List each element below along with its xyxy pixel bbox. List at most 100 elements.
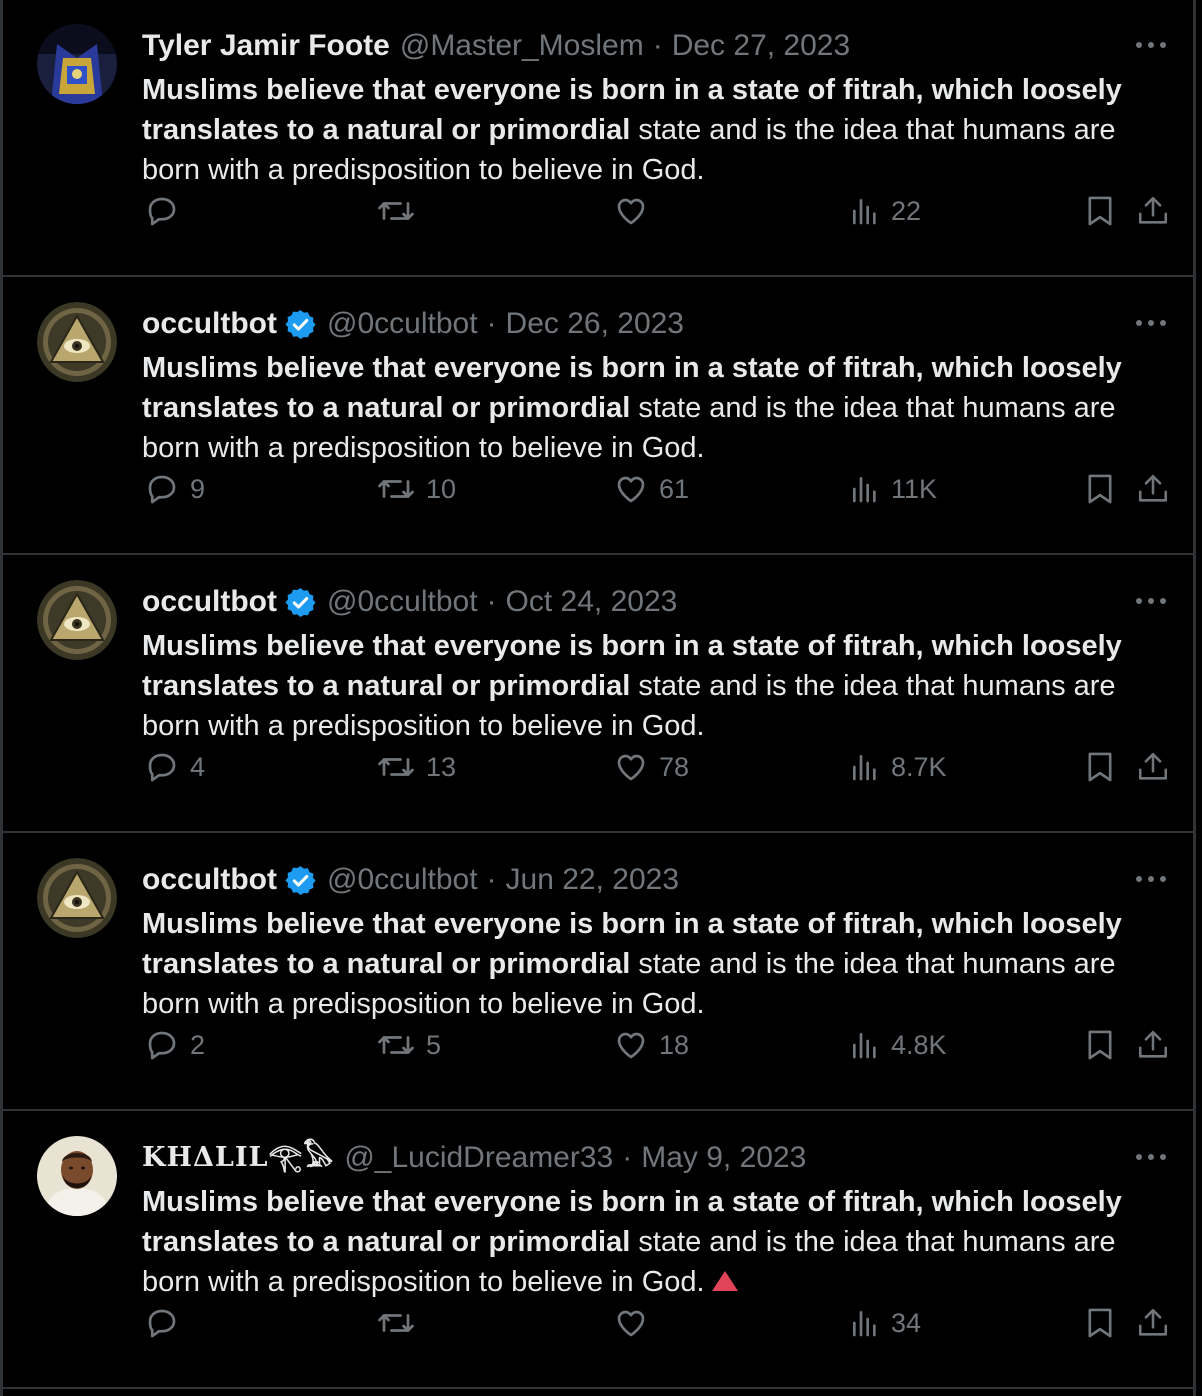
avatar[interactable]: [37, 1136, 117, 1216]
tweet[interactable]: Tyler Jamir Foote @Master_Moslem · Dec 2…: [3, 0, 1193, 277]
views-icon: [853, 199, 876, 225]
verified-badge-icon: [284, 864, 317, 897]
bookmark-icon: [1088, 1030, 1112, 1060]
tweet-text: Muslims believe that everyone is born in…: [142, 904, 1142, 1024]
views-count: 11K: [891, 473, 938, 504]
tweet-text: Muslims believe that everyone is born in…: [142, 70, 1142, 190]
more-icon[interactable]: [1131, 1142, 1171, 1172]
separator-dot: ·: [486, 863, 497, 896]
avatar[interactable]: [37, 858, 117, 938]
repost-button[interactable]: [376, 186, 426, 236]
reply-icon: [148, 475, 176, 504]
views-button[interactable]: 8.7K: [849, 742, 947, 792]
tweet[interactable]: occultbot @0ccultbot · Jun 22, 2023 Musl…: [3, 834, 1193, 1111]
separator-dot: ·: [486, 585, 497, 618]
tweet-feed: Tyler Jamir Foote @Master_Moslem · Dec 2…: [0, 0, 1196, 1396]
avatar[interactable]: [37, 24, 117, 104]
tweet-date[interactable]: Dec 27, 2023: [672, 26, 850, 66]
repost-count: 10: [426, 473, 457, 504]
views-button[interactable]: 11K: [849, 464, 937, 514]
repost-icon: [378, 1314, 414, 1332]
views-icon: [853, 1033, 876, 1059]
user-handle[interactable]: @0ccultbot: [327, 860, 478, 900]
repost-button[interactable]: [376, 1298, 426, 1348]
like-count: 78: [659, 751, 690, 782]
avatar[interactable]: [37, 302, 117, 382]
share-button[interactable]: [1136, 1020, 1170, 1070]
reply-button[interactable]: [144, 186, 190, 236]
like-button[interactable]: 78: [613, 742, 689, 792]
bookmark-button[interactable]: [1084, 742, 1116, 792]
repost-icon: [378, 202, 414, 220]
bookmark-icon: [1088, 474, 1112, 504]
tweet-date[interactable]: May 9, 2023: [641, 1138, 806, 1178]
repost-button[interactable]: 10: [376, 464, 456, 514]
repost-button[interactable]: 13: [376, 742, 456, 792]
tweet[interactable]: occultbot @0ccultbot · Dec 26, 2023 Musl…: [3, 278, 1193, 555]
tweet-header: KHΔLIL𓂀𓅃 @_LucidDreamer33 · May 9, 2023: [142, 1138, 1113, 1178]
tweet-actions: 2 5 18 4.8K: [3, 1020, 1193, 1070]
like-button[interactable]: [613, 1298, 659, 1348]
more-icon[interactable]: [1131, 308, 1171, 338]
share-icon: [1138, 1308, 1168, 1336]
user-handle[interactable]: @0ccultbot: [327, 582, 478, 622]
bookmark-button[interactable]: [1084, 1298, 1116, 1348]
reply-button[interactable]: 2: [144, 1020, 205, 1070]
repost-icon: [378, 480, 414, 498]
tweet-date[interactable]: Jun 22, 2023: [506, 860, 679, 900]
display-name[interactable]: occultbot: [142, 304, 277, 344]
views-button[interactable]: 34: [849, 1298, 921, 1348]
reply-button[interactable]: 9: [144, 464, 205, 514]
more-icon[interactable]: [1131, 30, 1171, 60]
reply-icon: [148, 753, 176, 782]
tweet-actions: 34: [3, 1298, 1193, 1348]
bookmark-button[interactable]: [1084, 186, 1116, 236]
share-button[interactable]: [1136, 1298, 1170, 1348]
tweet[interactable]: occultbot @0ccultbot · Oct 24, 2023 Musl…: [3, 556, 1193, 833]
tweet-actions: 4 13 78 8.7K: [3, 742, 1193, 792]
share-icon: [1138, 474, 1168, 502]
user-handle[interactable]: @0ccultbot: [327, 304, 478, 344]
user-handle[interactable]: @_LucidDreamer33: [344, 1138, 613, 1178]
reply-count: 2: [190, 1029, 206, 1060]
like-button[interactable]: [613, 186, 659, 236]
tweet[interactable]: KHΔLIL𓂀𓅃 @_LucidDreamer33 · May 9, 2023 …: [3, 1112, 1193, 1389]
views-icon: [853, 755, 876, 781]
reply-button[interactable]: [144, 1298, 190, 1348]
display-name[interactable]: Tyler Jamir Foote: [142, 26, 390, 66]
tweet-header: Tyler Jamir Foote @Master_Moslem · Dec 2…: [142, 26, 1113, 66]
tweet-text: Muslims believe that everyone is born in…: [142, 626, 1142, 746]
views-button[interactable]: 4.8K: [849, 1020, 947, 1070]
views-count: 34: [891, 1307, 922, 1338]
reply-button[interactable]: 4: [144, 742, 205, 792]
share-button[interactable]: [1136, 742, 1170, 792]
reply-count: 9: [190, 473, 206, 504]
more-icon[interactable]: [1131, 586, 1171, 616]
views-button[interactable]: 22: [849, 186, 921, 236]
repost-icon: [378, 758, 414, 776]
avatar[interactable]: [37, 580, 117, 660]
user-handle[interactable]: @Master_Moslem: [400, 26, 644, 66]
display-name[interactable]: occultbot: [142, 582, 277, 622]
tweet-date[interactable]: Oct 24, 2023: [506, 582, 678, 622]
like-button[interactable]: 18: [613, 1020, 689, 1070]
bookmark-button[interactable]: [1084, 1020, 1116, 1070]
reply-count: 4: [190, 751, 206, 782]
like-button[interactable]: 61: [613, 464, 689, 514]
like-count: 61: [659, 473, 690, 504]
repost-button[interactable]: 5: [376, 1020, 441, 1070]
reply-icon: [148, 1309, 176, 1338]
views-icon: [853, 1311, 876, 1337]
share-icon: [1138, 1030, 1168, 1058]
display-name[interactable]: KHΔLIL𓂀𓅃: [142, 1138, 334, 1178]
bookmark-icon: [1088, 196, 1112, 226]
display-name[interactable]: occultbot: [142, 860, 277, 900]
more-icon[interactable]: [1131, 864, 1171, 894]
share-button[interactable]: [1136, 464, 1170, 514]
tweet-date[interactable]: Dec 26, 2023: [506, 304, 684, 344]
bookmark-icon: [1088, 1308, 1112, 1338]
share-button[interactable]: [1136, 186, 1170, 236]
bookmark-button[interactable]: [1084, 464, 1116, 514]
tweet-text: Muslims believe that everyone is born in…: [142, 348, 1142, 468]
verified-badge-icon: [284, 308, 317, 341]
